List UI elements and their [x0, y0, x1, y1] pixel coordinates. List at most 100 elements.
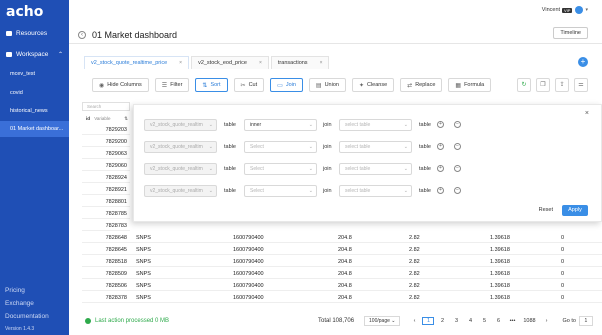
remove-condition-icon[interactable]: −	[454, 121, 461, 128]
join-type-select[interactable]: Select ⌄	[244, 185, 317, 197]
next-page-icon[interactable]: ›	[540, 318, 552, 324]
add-condition-icon[interactable]: +	[437, 121, 444, 128]
exchange-link[interactable]: Exchange	[5, 300, 34, 307]
timeline-button[interactable]: Timeline	[553, 27, 588, 39]
page-3[interactable]: 3	[450, 318, 462, 324]
cut-button[interactable]: ✂ Cut	[233, 78, 265, 92]
tab-transactions[interactable]: transactions ×	[270, 56, 330, 69]
cell-price: 204.8	[338, 247, 352, 253]
page-5[interactable]: 5	[478, 318, 490, 324]
table-row[interactable]: 7829203	[82, 125, 130, 135]
chevron-down-icon[interactable]: ▾	[585, 7, 588, 13]
refresh-icon[interactable]: ↻	[517, 78, 531, 92]
documentation-link[interactable]: Documentation	[5, 313, 49, 320]
table-row[interactable]: 7828506 SNPS 1600790400 204.8 2.82 1.396…	[82, 281, 602, 291]
join-type-select[interactable]: Select ⌄	[244, 141, 317, 153]
right-table-select[interactable]: select table ⌄	[339, 119, 412, 131]
formula-icon: ▦	[455, 82, 462, 89]
cell-price: 204.8	[338, 271, 352, 277]
tab-v2-stock-eod-price[interactable]: v2_stock_eod_price ×	[191, 56, 269, 69]
page-4[interactable]: 4	[464, 318, 476, 324]
workspace-item-historical-news[interactable]: historical_news	[0, 103, 69, 119]
formula-button[interactable]: ▦ Formula	[448, 78, 492, 92]
table-row[interactable]: 7828921	[82, 185, 130, 195]
replace-button[interactable]: ⇄ Replace	[400, 78, 443, 92]
right-table-select[interactable]: select table ⌄	[339, 185, 412, 197]
join-type-select[interactable]: inner ⌄	[244, 119, 317, 131]
page-ellipsis[interactable]: •••	[506, 318, 518, 324]
user-menu[interactable]: Vincent VIP ▾	[542, 6, 588, 14]
right-table-select[interactable]: select table ⌄	[339, 141, 412, 153]
page-6[interactable]: 6	[492, 318, 504, 324]
cell-price: 204.8	[338, 235, 352, 241]
page-1[interactable]: 1	[422, 317, 435, 325]
sort-icon[interactable]: ⇅	[124, 114, 128, 123]
table-row[interactable]: 7828648 SNPS 1600790400 204.8 2.82 1.396…	[82, 233, 602, 243]
page-size-select[interactable]: 100/page ⌄	[364, 316, 401, 326]
chevron-down-icon: ⌄	[208, 122, 213, 128]
chart-icon[interactable]: ⚌	[574, 78, 588, 92]
acho-logo[interactable]: acho	[6, 4, 43, 20]
pricing-link[interactable]: Pricing	[5, 287, 25, 294]
table-row[interactable]: 7828801	[82, 197, 130, 207]
table-row[interactable]: 7828378 SNPS 1600790400 204.8 2.82 1.396…	[82, 293, 602, 303]
table-row[interactable]: 7828924	[82, 173, 130, 183]
column-search-input[interactable]: Search	[82, 102, 130, 111]
table-row[interactable]: 7828509 SNPS 1600790400 204.8 2.82 1.396…	[82, 269, 602, 279]
remove-condition-icon[interactable]: −	[454, 165, 461, 172]
table-row[interactable]: 7828785	[82, 209, 130, 219]
table-row[interactable]: 7829063	[82, 149, 130, 159]
cell-percent: 1.39618	[490, 259, 510, 265]
add-table-button[interactable]: +	[578, 57, 588, 67]
add-condition-icon[interactable]: +	[437, 143, 444, 150]
copy-icon[interactable]: ❐	[536, 78, 550, 92]
tab-v2-stock-quote-realtime-price[interactable]: v2_stock_quote_realtime_price ×	[84, 56, 190, 69]
table-row[interactable]: 7829060	[82, 161, 130, 171]
chevron-down-icon: ⌄	[403, 122, 408, 128]
page-last[interactable]: 1088	[520, 318, 538, 324]
sidebar-item-workspace[interactable]: Workspace ⌃	[0, 47, 69, 61]
table-row[interactable]: 7828783	[82, 221, 130, 231]
eye-icon: ◉	[99, 82, 105, 89]
remove-condition-icon[interactable]: −	[454, 187, 461, 194]
table-row[interactable]: 7828645 SNPS 1600790400 204.8 2.82 1.396…	[82, 245, 602, 255]
right-table-select[interactable]: select table ⌄	[339, 163, 412, 175]
cell-percent: 1.39618	[490, 271, 510, 277]
join-label: join	[323, 122, 332, 128]
workspace-item-covid[interactable]: covid	[0, 85, 69, 101]
button-label: Filter	[170, 82, 183, 88]
tab-label: v2_stock_quote_realtime_price	[91, 60, 168, 66]
close-icon[interactable]: ×	[179, 60, 182, 66]
join-type-select[interactable]: Select ⌄	[244, 163, 317, 175]
join-button[interactable]: ▭ Join	[270, 78, 303, 92]
remove-condition-icon[interactable]: −	[454, 143, 461, 150]
cleanse-button[interactable]: ✦ Cleanse	[351, 78, 395, 92]
reset-button[interactable]: Reset	[533, 205, 559, 216]
export-icon[interactable]: ⇪	[555, 78, 569, 92]
add-condition-icon[interactable]: +	[437, 165, 444, 172]
close-icon[interactable]: ×	[259, 60, 262, 66]
id-column-header[interactable]: id Variable ⇅	[82, 114, 130, 123]
sort-button[interactable]: ⇅ Sort	[195, 78, 228, 92]
union-button[interactable]: ▤ Union	[308, 78, 346, 92]
avatar[interactable]	[575, 6, 584, 14]
page-2[interactable]: 2	[436, 318, 448, 324]
prev-page-icon[interactable]: ‹	[408, 318, 420, 324]
sidebar-item-resources[interactable]: Resources	[0, 26, 69, 40]
workspace-item-market-dashboard[interactable]: 01 Market dashboar...	[0, 121, 69, 137]
close-icon[interactable]: ×	[585, 110, 589, 117]
back-icon[interactable]: ‹	[78, 31, 86, 39]
chevron-up-icon[interactable]: ⌃	[58, 51, 63, 58]
apply-button[interactable]: Apply	[562, 205, 588, 216]
hide-columns-button[interactable]: ◉ Hide Columns	[92, 78, 149, 92]
add-condition-icon[interactable]: +	[437, 187, 444, 194]
cell-volume: 0	[561, 235, 565, 241]
cell-volume: 0	[561, 259, 565, 265]
table-row[interactable]: 7828518 SNPS 1600790400 204.8 2.82 1.396…	[82, 257, 602, 267]
goto-input[interactable]: 1	[578, 316, 593, 326]
workspace-item-mcev-test[interactable]: mcev_test	[0, 66, 69, 82]
close-icon[interactable]: ×	[320, 60, 323, 66]
total-count: Total 108,706	[318, 318, 355, 324]
filter-button[interactable]: ☰ Filter	[154, 78, 190, 92]
table-row[interactable]: 7829200	[82, 137, 130, 147]
